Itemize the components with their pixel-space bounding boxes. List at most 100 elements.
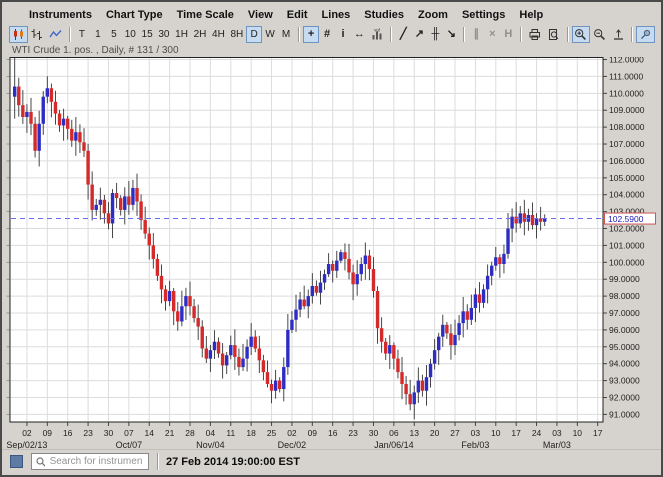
menu-lines[interactable]: Lines <box>315 8 358 22</box>
svg-text:Nov/04: Nov/04 <box>196 440 225 449</box>
button-label: 5 <box>111 28 117 40</box>
timeframe-8h-button[interactable]: 8H <box>228 26 246 43</box>
candlestick-chart-icon <box>12 28 25 41</box>
svg-text:30: 30 <box>369 428 379 438</box>
svg-text:21: 21 <box>165 428 175 438</box>
workspace-icon[interactable] <box>10 455 23 468</box>
toolbar-separator <box>566 27 568 42</box>
polyline-button[interactable]: ↘ <box>443 26 459 43</box>
svg-text:93.0000: 93.0000 <box>609 376 640 386</box>
timeframe-5-button[interactable]: 5 <box>106 26 122 43</box>
expand-horizontal-button[interactable]: ↔ <box>351 26 368 43</box>
instrument-search-box[interactable] <box>31 453 149 470</box>
svg-text:108.0000: 108.0000 <box>609 122 645 132</box>
svg-text:23: 23 <box>83 428 93 438</box>
svg-text:02: 02 <box>22 428 32 438</box>
svg-text:99.0000: 99.0000 <box>609 274 640 284</box>
svg-text:13: 13 <box>410 428 420 438</box>
timeframe-10-button[interactable]: 10 <box>122 26 139 43</box>
timeframe-w-button[interactable]: W <box>262 26 278 43</box>
menu-edit[interactable]: Edit <box>280 8 315 22</box>
crosshair-button[interactable]: + <box>303 26 320 43</box>
svg-text:25: 25 <box>267 428 277 438</box>
menu-view[interactable]: View <box>241 8 280 22</box>
timeframe-m-button[interactable]: M <box>278 26 294 43</box>
svg-text:02: 02 <box>287 428 297 438</box>
svg-text:04: 04 <box>206 428 216 438</box>
menu-zoom[interactable]: Zoom <box>411 8 455 22</box>
svg-text:10: 10 <box>573 428 583 438</box>
menu-chart-type[interactable]: Chart Type <box>99 8 170 22</box>
button-label: 10 <box>124 28 136 40</box>
pin-button[interactable] <box>636 26 656 43</box>
button-label: ∥ <box>473 28 480 40</box>
button-label: 15 <box>141 28 153 40</box>
price-chart[interactable]: 112.0000 111.0000 110.0000 109.0000 108.0000… <box>2 57 663 449</box>
print-button[interactable] <box>525 26 544 43</box>
svg-text:94.0000: 94.0000 <box>609 359 640 369</box>
timeframe-4h-button[interactable]: 4H <box>209 26 227 43</box>
menu-settings[interactable]: Settings <box>455 8 512 22</box>
candlestick-chart-button[interactable] <box>9 26 28 43</box>
delete-drawing-button[interactable]: × <box>484 26 500 43</box>
menu-studies[interactable]: Studies <box>357 8 411 22</box>
line-chart-button[interactable] <box>46 26 65 43</box>
print-icon <box>528 28 541 41</box>
svg-text:03: 03 <box>552 428 562 438</box>
ohlc-chart-button[interactable] <box>28 26 47 43</box>
svg-text:14: 14 <box>145 428 155 438</box>
button-label: × <box>489 28 496 40</box>
parallel-channel-button[interactable]: ╫ <box>427 26 443 43</box>
fit-vertical-button[interactable] <box>609 26 628 43</box>
svg-text:09: 09 <box>308 428 318 438</box>
info-button[interactable]: i <box>335 26 351 43</box>
trend-line-button[interactable]: ╱ <box>395 26 411 43</box>
grid-button[interactable]: # <box>319 26 335 43</box>
toolbar-separator <box>68 27 70 42</box>
button-label: 30 <box>158 28 170 40</box>
button-label: ╱ <box>400 28 407 40</box>
timeframe-30-button[interactable]: 30 <box>156 26 173 43</box>
volume-icon: vol <box>371 28 384 41</box>
timeframe-1h-button[interactable]: 1H <box>172 26 190 43</box>
zoom-out-button[interactable] <box>590 26 609 43</box>
svg-text:28: 28 <box>185 428 195 438</box>
button-label: i <box>341 28 345 40</box>
search-input[interactable] <box>47 455 144 468</box>
svg-text:18: 18 <box>246 428 256 438</box>
svg-text:106.0000: 106.0000 <box>609 156 645 166</box>
timeframe-2h-button[interactable]: 2H <box>191 26 209 43</box>
timeframe-1-button[interactable]: 1 <box>90 26 106 43</box>
chart-application-window: Instruments Chart Type Time Scale View Edit L… <box>0 0 663 477</box>
button-label: # <box>323 28 331 40</box>
svg-text:06: 06 <box>389 428 399 438</box>
status-bar: 27 Feb 2014 19:00:00 EST <box>2 449 661 473</box>
svg-text:96.0000: 96.0000 <box>609 325 640 335</box>
svg-text:24: 24 <box>532 428 542 438</box>
svg-text:10: 10 <box>491 428 501 438</box>
svg-text:11: 11 <box>226 428 235 438</box>
button-label: T <box>78 28 85 40</box>
menu-help[interactable]: Help <box>512 8 550 22</box>
svg-text:105.0000: 105.0000 <box>609 173 645 183</box>
timeframe-15-button[interactable]: 15 <box>139 26 156 43</box>
trend-ray-button[interactable]: ↗ <box>411 26 427 43</box>
button-label: 4H <box>212 28 225 40</box>
svg-text:112.0000: 112.0000 <box>609 57 644 65</box>
print-preview-button[interactable] <box>544 26 563 43</box>
volume-button[interactable]: vol <box>368 26 387 43</box>
toolbar-separator <box>390 27 392 42</box>
menu-instruments[interactable]: Instruments <box>22 8 99 22</box>
parallel-lines-button[interactable]: ∥ <box>468 26 484 43</box>
timeframe-t-button[interactable]: T <box>74 26 90 43</box>
last-update-timestamp: 27 Feb 2014 19:00:00 EST <box>166 455 300 468</box>
button-label: 2H <box>193 28 207 40</box>
svg-text:vol: vol <box>374 28 380 33</box>
menu-time-scale[interactable]: Time Scale <box>170 8 241 22</box>
button-label: M <box>281 28 291 40</box>
snap-horizontal-button[interactable]: H <box>500 26 516 43</box>
zoom-in-button[interactable] <box>571 26 591 43</box>
button-label: ↗ <box>414 28 424 40</box>
chart-title: WTI Crude 1. pos. , Daily, # 131 / 300 <box>12 45 179 56</box>
timeframe-d-button[interactable]: D <box>246 26 263 43</box>
